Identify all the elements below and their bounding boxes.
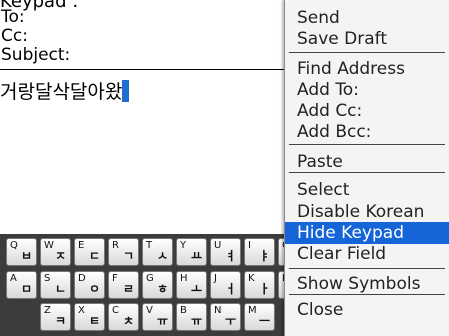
key-latin-label: M [248,305,257,316]
text-cursor [122,80,130,102]
key-hangul-label: ㅇ [88,282,100,296]
menu-item-select[interactable]: Select [285,179,449,201]
key-hangul-label: ㄱ [122,249,134,263]
key-latin-label: Y [180,240,187,251]
key-hangul-label: ㅜ [224,314,236,328]
key-hangul-label: ㅛ [190,249,202,263]
key-hangul-label: ㄹ [122,282,134,296]
key-hangul-label: ㅡ [258,314,270,328]
key-y[interactable]: Yㅛ [176,238,207,266]
compose-header: To: Cc: Subject: [0,8,290,65]
key-hangul-label: ㅈ [54,249,66,263]
key-c[interactable]: Cㅊ [108,303,139,331]
key-latin-label: W [44,240,54,251]
menu-item-paste[interactable]: Paste [285,151,449,173]
key-latin-label: B [180,305,187,316]
key-latin-label: I [248,240,251,251]
menu-item-disable-korean[interactable]: Disable Korean [285,201,449,223]
to-field[interactable]: To: [0,8,290,27]
key-hangul-label: ㅋ [54,314,66,328]
key-hangul-label: ㅅ [156,249,168,263]
key-z[interactable]: Zㅋ [40,303,71,331]
menu-item-close[interactable]: Close [285,299,449,321]
menu-item-add-to[interactable]: Add To: [285,79,449,101]
menu-item-add-bcc[interactable]: Add Bcc: [285,121,449,143]
key-latin-label: H [180,273,188,284]
key-latin-label: D [78,273,86,284]
key-hangul-label: ㅌ [88,314,100,328]
key-hangul-label: ㅕ [224,249,236,263]
key-q[interactable]: Qㅂ [6,238,37,266]
key-e[interactable]: Eㄷ [74,238,105,266]
key-latin-label: V [146,305,153,316]
virtual-keyboard: QㅂWㅈEㄷRㄱTㅅYㅛUㅕIㅑOㅐAㅁSㄴDㅇFㄹGㅎHㅗJㅓKㅏLㅣZㅋXㅌ… [0,234,309,336]
key-latin-label: C [112,305,119,316]
key-latin-label: E [78,240,85,251]
menu-item-add-cc[interactable]: Add Cc: [285,100,449,122]
menu-separator [289,144,445,145]
context-menu: Send Save Draft Find Address Add To: Add Cc:… [284,0,449,336]
key-hangul-label: ㅂ [20,249,32,263]
key-latin-label: Q [10,240,18,251]
menu-item-hide-keypad[interactable]: Hide Keypad [285,222,449,244]
key-k[interactable]: Kㅏ [244,271,275,299]
key-f[interactable]: Fㄹ [108,271,139,299]
key-i[interactable]: Iㅑ [244,238,275,266]
menu-separator [289,268,445,269]
key-v[interactable]: Vㅠ [142,303,173,331]
menu-item-clear-field[interactable]: Clear Field [285,243,449,265]
menu-item-show-symbols[interactable]: Show Symbols [285,273,449,295]
key-hangul-label: ㄴ [54,282,66,296]
key-latin-label: Z [44,305,51,316]
cc-field[interactable]: Cc: [0,27,290,46]
key-hangul-label: ㅊ [122,314,134,328]
key-w[interactable]: Wㅈ [40,238,71,266]
key-hangul-label: ㅑ [258,249,270,263]
key-u[interactable]: Uㅕ [210,238,241,266]
key-latin-label: S [44,273,51,284]
message-body-text: 거랑달삭달아왔 [0,81,123,103]
menu-separator [289,52,445,53]
key-latin-label: J [214,273,217,284]
key-s[interactable]: Sㄴ [40,271,71,299]
key-hangul-label: ㅏ [258,282,270,296]
key-hangul-label: ㅠ [156,314,168,328]
key-latin-label: X [78,305,85,316]
key-h[interactable]: Hㅗ [176,271,207,299]
menu-item-find-address[interactable]: Find Address [285,58,449,80]
key-d[interactable]: Dㅇ [74,271,105,299]
key-b[interactable]: Bㅠ [176,303,207,331]
menu-item-save-draft[interactable]: Save Draft [285,28,449,50]
key-latin-label: A [10,273,17,284]
key-n[interactable]: Nㅜ [210,303,241,331]
key-r[interactable]: Rㄱ [108,238,139,266]
key-hangul-label: ㅠ [190,314,202,328]
key-m[interactable]: Mㅡ [244,303,275,331]
menu-item-send[interactable]: Send [285,7,449,29]
key-t[interactable]: Tㅅ [142,238,173,266]
key-x[interactable]: Xㅌ [74,303,105,331]
subject-field[interactable]: Subject: [0,46,290,65]
key-latin-label: G [146,273,154,284]
key-latin-label: U [214,240,222,251]
message-body[interactable]: 거랑달삭달아왔 [0,77,130,104]
key-hangul-label: ㅁ [20,282,32,296]
key-j[interactable]: Jㅓ [210,271,241,299]
key-latin-label: N [214,305,222,316]
key-hangul-label: ㅎ [156,282,168,296]
key-latin-label: K [248,273,255,284]
menu-separator [289,172,445,173]
key-hangul-label: ㅗ [190,282,202,296]
key-hangul-label: ㅓ [224,282,236,296]
key-hangul-label: ㄷ [88,249,100,263]
key-a[interactable]: Aㅁ [6,271,37,299]
key-latin-label: F [112,273,118,284]
header-divider [0,69,290,70]
menu-separator [289,294,445,295]
key-latin-label: R [112,240,119,251]
key-latin-label: T [146,240,153,251]
key-g[interactable]: Gㅎ [142,271,173,299]
